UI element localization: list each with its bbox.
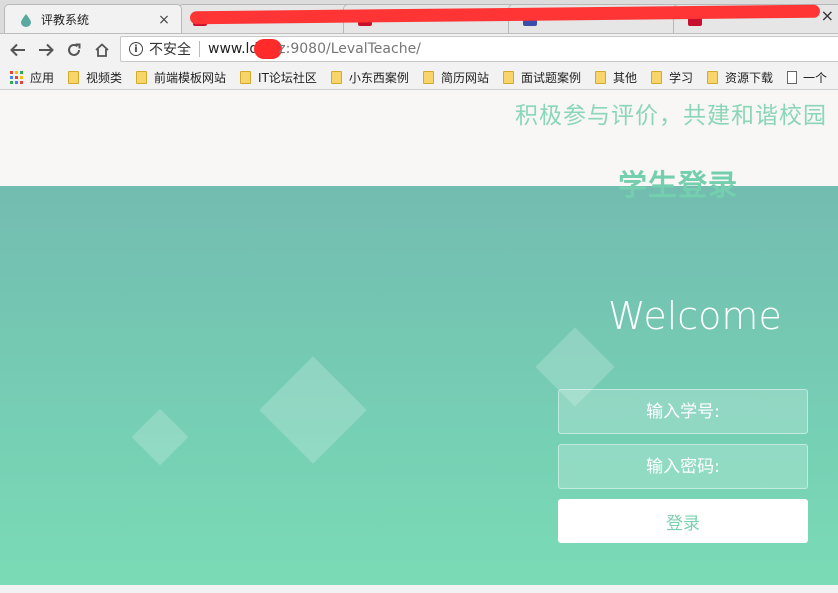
bookmark-folder-it-forum[interactable]: IT论坛社区 [240, 69, 317, 86]
folder-icon [594, 70, 606, 84]
student-id-input[interactable] [558, 389, 808, 434]
tab-pingjiao[interactable]: 评教系统 × [4, 4, 182, 33]
url-host: www.ld [208, 41, 259, 57]
home-icon[interactable] [88, 36, 116, 64]
bookmarks-bar: 应用 视频类 前端模板网站 IT论坛社区 小东西案例 简历网站 面试题案例 其他… [0, 65, 838, 90]
bookmark-label: 学习 [668, 70, 693, 85]
bookmark-folder-downloads[interactable]: 资源下载 [707, 69, 773, 86]
browser-toolbar: i 不安全 www.ld z:9080 /LevalTeache/ [0, 34, 838, 65]
url-host-tail: z:9080 [278, 41, 326, 57]
back-arrow-icon[interactable] [4, 36, 32, 64]
bookmark-label: 简历网站 [440, 70, 489, 85]
folder-icon [68, 70, 80, 84]
bookmark-folder-interview[interactable]: 面试题案例 [502, 69, 581, 86]
droplet-icon [19, 13, 33, 27]
bookmark-label: 其他 [612, 70, 637, 85]
page-footer-strip [0, 585, 838, 593]
window-close-icon[interactable]: × [821, 6, 834, 25]
bookmark-apps[interactable]: 应用 [10, 69, 54, 86]
bookmark-label: IT论坛社区 [258, 70, 317, 85]
folder-icon [240, 70, 252, 84]
reload-icon[interactable] [60, 36, 88, 64]
bookmark-folder-resume-sites[interactable]: 简历网站 [422, 69, 489, 86]
bookmark-label: 资源下载 [725, 70, 774, 85]
insecure-label: 不安全 [149, 42, 191, 58]
bookmark-folder-video[interactable]: 视频类 [68, 69, 122, 86]
bookmark-page[interactable]: 一个 [787, 69, 827, 86]
decor-diamond-large [259, 356, 367, 464]
address-bar[interactable]: i 不安全 www.ld z:9080 /LevalTeache/ [120, 36, 838, 62]
password-input[interactable] [558, 444, 808, 489]
welcome-heading: Welcome [608, 294, 782, 338]
url-path: /LevalTeache/ [326, 41, 421, 57]
info-icon[interactable]: i [129, 42, 143, 56]
bookmark-folder-other[interactable]: 其他 [594, 69, 637, 86]
folder-icon [330, 70, 342, 84]
browser-tab-strip: 评教系统 × × [0, 0, 838, 34]
tab-close-icon[interactable]: × [157, 12, 171, 28]
login-title: 学生登录 [618, 168, 739, 202]
folder-icon [707, 70, 718, 84]
bookmark-folder-frontend-templates[interactable]: 前端模板网站 [136, 69, 226, 86]
bookmark-label: 面试题案例 [520, 70, 581, 85]
slogan-text: 积极参与评价，共建和谐校园 [515, 103, 827, 129]
tab-title: 评教系统 [41, 13, 90, 27]
bookmark-label: 应用 [30, 70, 55, 85]
bookmark-label: 前端模板网站 [154, 70, 227, 85]
bookmark-folder-small-demos[interactable]: 小东西案例 [330, 69, 409, 86]
bookmark-folder-study[interactable]: 学习 [650, 69, 693, 86]
bookmark-label: 视频类 [86, 70, 123, 85]
login-button[interactable]: 登录 [558, 499, 808, 543]
apps-grid-icon [10, 70, 23, 84]
folder-icon [502, 70, 514, 84]
page-icon [787, 70, 798, 84]
decor-diamond-small [131, 408, 189, 466]
bookmark-label: 一个 [803, 70, 828, 85]
folder-icon [136, 70, 148, 84]
forward-arrow-icon[interactable] [32, 36, 60, 64]
divider [199, 41, 200, 57]
bookmark-label: 小东西案例 [348, 70, 409, 85]
folder-icon [650, 70, 662, 84]
folder-icon [422, 70, 434, 84]
